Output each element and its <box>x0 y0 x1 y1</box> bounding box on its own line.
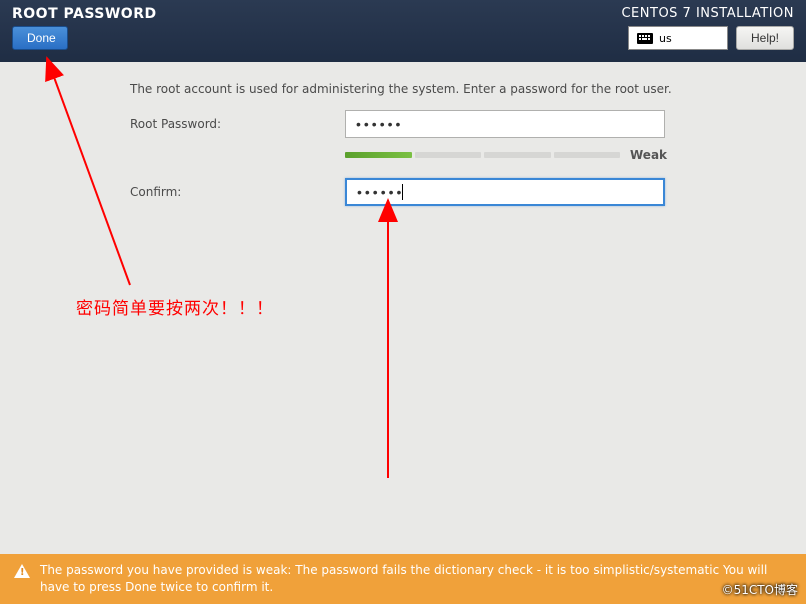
password-value: •••••• <box>356 116 403 132</box>
instruction-text: The root account is used for administeri… <box>130 82 766 96</box>
keyboard-layout-selector[interactable]: us <box>628 26 728 50</box>
install-title: CENTOS 7 INSTALLATION <box>621 6 794 21</box>
strength-label: Weak <box>630 148 667 162</box>
root-password-input[interactable]: •••••• <box>345 110 665 138</box>
confirm-password-input[interactable]: •••••• <box>345 178 665 206</box>
strength-row: Weak <box>130 148 766 162</box>
warning-icon <box>14 564 30 578</box>
confirm-row: Confirm: •••••• <box>130 178 766 206</box>
password-row: Root Password: •••••• <box>130 110 766 138</box>
strength-seg-3 <box>484 152 551 158</box>
watermark: ©51CTO博客 <box>722 581 798 598</box>
confirm-value: •••••• <box>357 184 404 200</box>
password-label: Root Password: <box>130 117 345 131</box>
content-area: The root account is used for administeri… <box>0 62 806 236</box>
keyboard-layout-label: us <box>659 32 672 45</box>
header-left: ROOT PASSWORD Done <box>12 6 157 56</box>
header-controls: us Help! <box>628 26 794 50</box>
keyboard-icon <box>637 33 653 44</box>
header-right: CENTOS 7 INSTALLATION us Help! <box>621 6 794 56</box>
strength-seg-4 <box>554 152 621 158</box>
annotation-text: 密码简单要按两次！！！ <box>76 294 274 319</box>
strength-seg-1 <box>345 152 412 158</box>
text-cursor <box>402 184 403 200</box>
help-button[interactable]: Help! <box>736 26 794 50</box>
warning-bar: The password you have provided is weak: … <box>0 554 806 604</box>
confirm-label: Confirm: <box>130 185 345 199</box>
warning-text: The password you have provided is weak: … <box>40 562 792 596</box>
done-button[interactable]: Done <box>12 26 68 50</box>
header-bar: ROOT PASSWORD Done CENTOS 7 INSTALLATION… <box>0 0 806 62</box>
password-strength-bar <box>345 152 620 158</box>
strength-seg-2 <box>415 152 482 158</box>
page-title: ROOT PASSWORD <box>12 6 157 22</box>
